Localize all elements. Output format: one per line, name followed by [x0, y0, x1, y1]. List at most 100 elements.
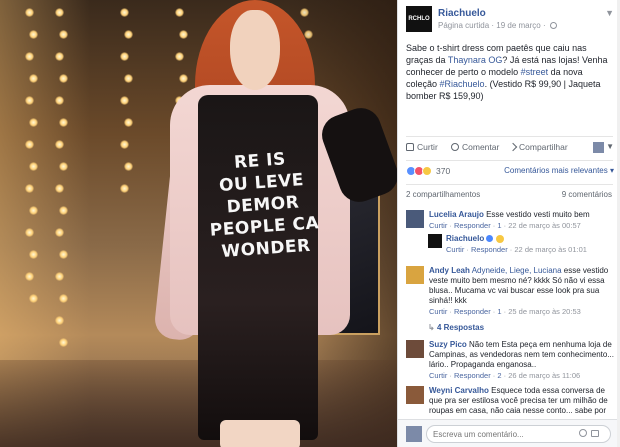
- avatar[interactable]: [406, 266, 424, 284]
- comment-time[interactable]: 22 de março às 01:01: [514, 245, 587, 254]
- comment-like-count[interactable]: 2: [497, 371, 501, 380]
- comment-author[interactable]: Suzy Pico: [429, 340, 467, 349]
- light-bulb: [59, 206, 68, 215]
- light-bulb: [25, 140, 34, 149]
- reply-arrow-icon: ↳: [428, 323, 435, 332]
- light-bulb: [59, 338, 68, 347]
- avatar[interactable]: [428, 234, 442, 248]
- light-bulb: [25, 228, 34, 237]
- page-name[interactable]: Riachuelo: [438, 8, 486, 19]
- light-bulb: [55, 52, 64, 61]
- avatar[interactable]: [406, 210, 424, 228]
- avatar[interactable]: [406, 340, 424, 358]
- emoji-icon: [495, 234, 504, 243]
- light-bulb: [29, 250, 38, 259]
- light-bulb: [25, 272, 34, 281]
- tagged-users[interactable]: Adyneide, Liege, Luciana: [472, 266, 562, 275]
- replies-label: 4 Respostas: [436, 323, 485, 332]
- hashtag-link[interactable]: #street: [521, 67, 549, 77]
- comment-body: Suzy Pico Não tem Esta peça em nenhuma l…: [429, 340, 614, 381]
- model-face: [230, 10, 280, 90]
- comment-body: Lucelia Araujo Esse vestido vesti muito …: [429, 210, 614, 231]
- emoji-picker-icon[interactable]: [579, 429, 587, 437]
- comment-body: Andy Leah Adyneide, Liege, Luciana esse …: [429, 266, 614, 317]
- light-bulb: [55, 8, 64, 17]
- like-label: Curtir: [417, 142, 438, 152]
- post-date[interactable]: 19 de março: [496, 21, 540, 30]
- haha-reaction-icon[interactable]: [422, 166, 432, 176]
- viewer-avatar[interactable]: [593, 142, 604, 153]
- comment-reply-link[interactable]: Responder: [454, 221, 491, 230]
- comment-author[interactable]: Lucelia Araujo: [429, 210, 484, 219]
- comment-item: Weyni Carvalho Esquece toda essa convers…: [406, 386, 616, 418]
- light-bulb: [29, 118, 38, 127]
- camera-icon[interactable]: [591, 430, 599, 437]
- light-bulb: [29, 294, 38, 303]
- page-avatar[interactable]: RCHLO: [406, 6, 432, 32]
- light-bulb: [29, 74, 38, 83]
- share-label: Compartilhar: [519, 142, 568, 152]
- like-button[interactable]: Curtir: [406, 142, 438, 152]
- share-button[interactable]: Compartilhar: [508, 142, 568, 152]
- sort-comments-dropdown[interactable]: Comentários mais relevantes ▾: [504, 166, 614, 175]
- light-bulb: [29, 162, 38, 171]
- comment-author[interactable]: Riachuelo: [446, 234, 484, 243]
- light-bulb: [25, 52, 34, 61]
- chevron-down-icon[interactable]: ▼: [606, 142, 614, 151]
- comments-count[interactable]: 9 comentários: [562, 190, 612, 199]
- comment-like-count[interactable]: 1: [497, 221, 501, 230]
- avatar[interactable]: [406, 386, 424, 404]
- post-header: RCHLO Riachuelo Página curtida · 19 de m…: [406, 6, 616, 36]
- thumbs-up-icon: [406, 143, 414, 151]
- light-bulb: [59, 30, 68, 39]
- comment-icon: [451, 143, 459, 151]
- divider: [406, 136, 613, 137]
- comment-body: Weyni Carvalho Esquece toda essa convers…: [429, 386, 614, 416]
- light-bulb: [25, 8, 34, 17]
- comment-like-link[interactable]: Curtir: [429, 307, 447, 316]
- comment-like-count[interactable]: 1: [497, 307, 501, 316]
- comment-composer: [398, 419, 620, 447]
- viewer-avatar: [406, 426, 422, 442]
- globe-icon: [549, 22, 557, 30]
- post-photo[interactable]: RE IS OU LEVE DEMOR PEOPLE CA WONDER: [0, 0, 397, 447]
- reaction-count[interactable]: 370: [436, 166, 450, 176]
- comment-meta: Curtir · Responder · 2 · 26 de março às …: [429, 371, 581, 380]
- comment-like-link[interactable]: Curtir: [446, 245, 464, 254]
- share-icon: [508, 142, 518, 152]
- comment-time[interactable]: 22 de março às 00:57: [508, 221, 581, 230]
- light-bulb: [59, 250, 68, 259]
- page-avatar-text: RCHLO: [408, 15, 430, 22]
- model-figure: RE IS OU LEVE DEMOR PEOPLE CA WONDER: [80, 0, 397, 447]
- light-bulb: [55, 184, 64, 193]
- comment-body: Riachuelo Curtir · Responder · 22 de mar…: [446, 234, 620, 255]
- comment-meta: Curtir · Responder · 1 · 22 de março às …: [429, 221, 581, 230]
- comment-like-link[interactable]: Curtir: [429, 221, 447, 230]
- light-bulb: [29, 30, 38, 39]
- comment-time[interactable]: 26 de março às 11:06: [508, 371, 580, 380]
- hashtag-link[interactable]: #Riachuelo: [440, 79, 485, 89]
- comment-reply-link[interactable]: Responder: [471, 245, 508, 254]
- light-bulb: [55, 316, 64, 325]
- chevron-down-icon[interactable]: ▼: [605, 8, 614, 18]
- light-bulb: [55, 272, 64, 281]
- comment-like-link[interactable]: Curtir: [429, 371, 447, 380]
- comment-reply-link[interactable]: Responder: [454, 371, 491, 380]
- comment-text: Esse vestido vesti muito bem: [486, 210, 590, 219]
- light-bulb: [29, 206, 38, 215]
- comment-time[interactable]: 25 de março às 20:53: [508, 307, 581, 316]
- light-bulb: [55, 228, 64, 237]
- divider: [406, 160, 613, 161]
- comment-author[interactable]: Andy Leah: [429, 266, 470, 275]
- view-replies-link[interactable]: ↳ 4 Respostas: [428, 323, 484, 332]
- comment-meta: Curtir · Responder · 1 · 25 de março às …: [429, 307, 581, 316]
- light-bulb: [55, 96, 64, 105]
- light-bulb: [59, 118, 68, 127]
- comment-button[interactable]: Comentar: [451, 142, 499, 152]
- comment-reply-link[interactable]: Responder: [454, 307, 491, 316]
- light-bulb: [59, 74, 68, 83]
- mention-link[interactable]: Thaynara OG: [448, 55, 503, 65]
- shares-count[interactable]: 2 compartilhamentos: [406, 190, 480, 199]
- divider: [406, 184, 613, 185]
- comment-author[interactable]: Weyni Carvalho: [429, 386, 489, 395]
